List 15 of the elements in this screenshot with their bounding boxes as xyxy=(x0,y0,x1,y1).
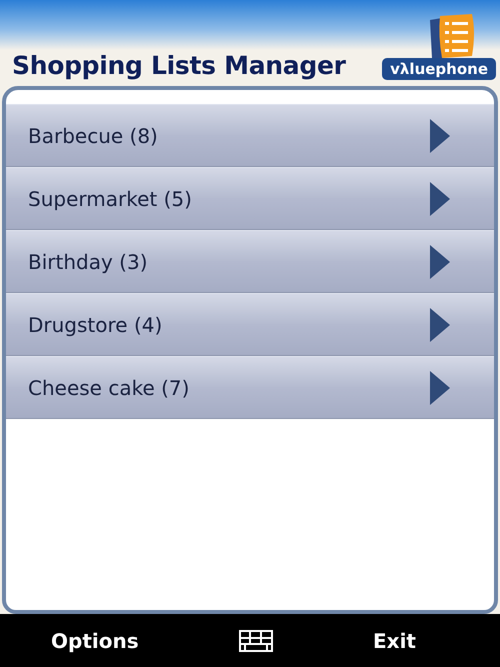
exit-softkey[interactable]: Exit xyxy=(373,628,416,652)
list-item[interactable]: Barbecue (8) xyxy=(6,104,494,167)
arrow-right-icon xyxy=(430,118,450,152)
list-item[interactable]: Cheese cake (7) xyxy=(6,356,494,419)
app-title: Shopping Lists Manager xyxy=(12,51,346,80)
options-softkey[interactable]: Options xyxy=(51,628,139,652)
list-item[interactable]: Supermarket (5) xyxy=(6,167,494,230)
arrow-right-icon xyxy=(430,182,450,216)
list-item[interactable]: Birthday (3) xyxy=(6,230,494,293)
brand-logo: vλluephone xyxy=(382,58,496,80)
arrow-right-icon xyxy=(430,370,450,404)
list-item[interactable]: Drugstore (4) xyxy=(6,293,494,356)
keyboard-icon[interactable] xyxy=(238,630,273,652)
arrow-right-icon xyxy=(430,308,450,342)
arrow-right-icon xyxy=(430,244,450,278)
